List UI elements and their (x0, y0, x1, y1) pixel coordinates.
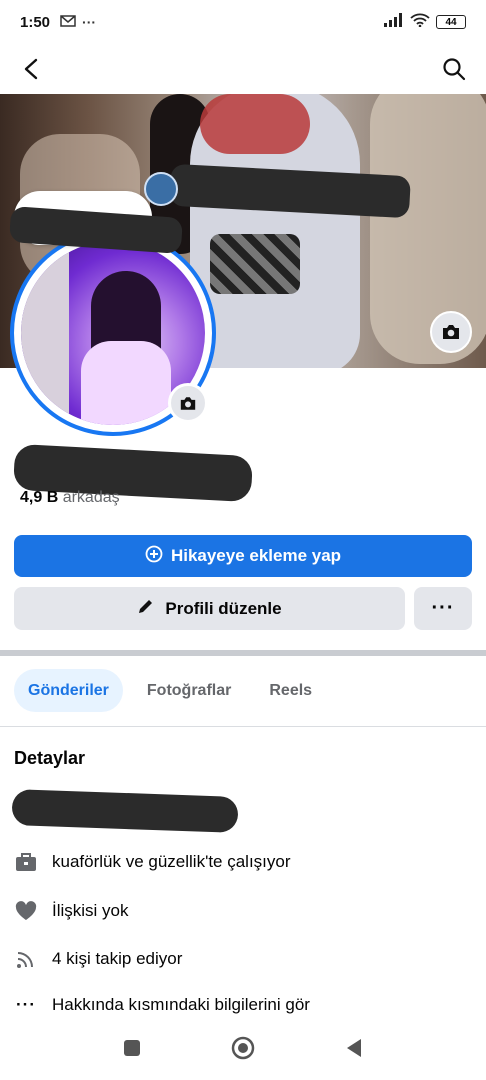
back-triangle-icon[interactable] (345, 1038, 363, 1063)
home-circle-icon[interactable] (231, 1036, 255, 1065)
recents-square-icon[interactable] (123, 1039, 141, 1062)
search-icon[interactable] (438, 53, 470, 85)
divider (0, 726, 486, 727)
cover-camera-button[interactable] (430, 311, 472, 353)
add-circle-icon (145, 545, 163, 568)
tab-photos[interactable]: Fotoğraflar (133, 669, 245, 712)
pencil-icon (137, 597, 155, 620)
wifi-icon (410, 13, 430, 32)
detail-following[interactable]: 4 kişi takip ediyor (14, 945, 182, 973)
more-options-button[interactable]: ··· (414, 587, 472, 630)
heart-icon (14, 899, 38, 923)
battery-icon: 44 (436, 15, 466, 29)
detail-following-text: 4 kişi takip ediyor (52, 949, 183, 968)
more-dots-icon: ··· (16, 995, 36, 1014)
detail-relationship-text: İlişkisi yok (52, 901, 129, 920)
briefcase-icon (14, 850, 38, 874)
detail-about-text: Hakkında kısmındaki bilgilerini gör (52, 995, 310, 1014)
avatar-camera-button[interactable] (168, 383, 208, 423)
details-heading: Detaylar (14, 748, 86, 768)
mail-icon (60, 14, 76, 30)
add-story-button[interactable]: Hikayeye ekleme yap (14, 535, 472, 577)
verified-badge-icon (144, 172, 178, 206)
status-bar: 1:50 ··· 44 (0, 0, 486, 44)
tab-posts[interactable]: Gönderiler (14, 669, 123, 712)
section-divider (0, 650, 486, 656)
tab-reels[interactable]: Reels (255, 669, 326, 712)
detail-about-link[interactable]: ··· Hakkında kısmındaki bilgilerini gör (14, 991, 310, 1019)
detail-redacted (11, 789, 239, 833)
detail-work[interactable]: kuaförlük ve güzellik'te çalışıyor (14, 848, 291, 876)
edit-profile-button[interactable]: Profili düzenle (14, 587, 405, 630)
detail-relationship[interactable]: İlişkisi yok (14, 897, 129, 925)
profile-tabs: Gönderiler Fotoğraflar Reels (14, 669, 336, 712)
signal-icon (384, 12, 404, 32)
friends-count[interactable]: 4,9 B arkadaş (20, 489, 120, 507)
status-time: 1:50 (20, 13, 51, 31)
app-bar (0, 44, 486, 94)
more-dots-icon: ··· (82, 14, 97, 30)
back-arrow-icon[interactable] (16, 53, 48, 85)
edit-profile-label: Profili düzenle (165, 598, 282, 618)
rss-icon (14, 947, 38, 971)
detail-work-text: kuaförlük ve güzellik'te çalışıyor (52, 852, 291, 871)
add-story-label: Hikayeye ekleme yap (170, 546, 342, 565)
system-nav-bar (0, 1030, 486, 1070)
